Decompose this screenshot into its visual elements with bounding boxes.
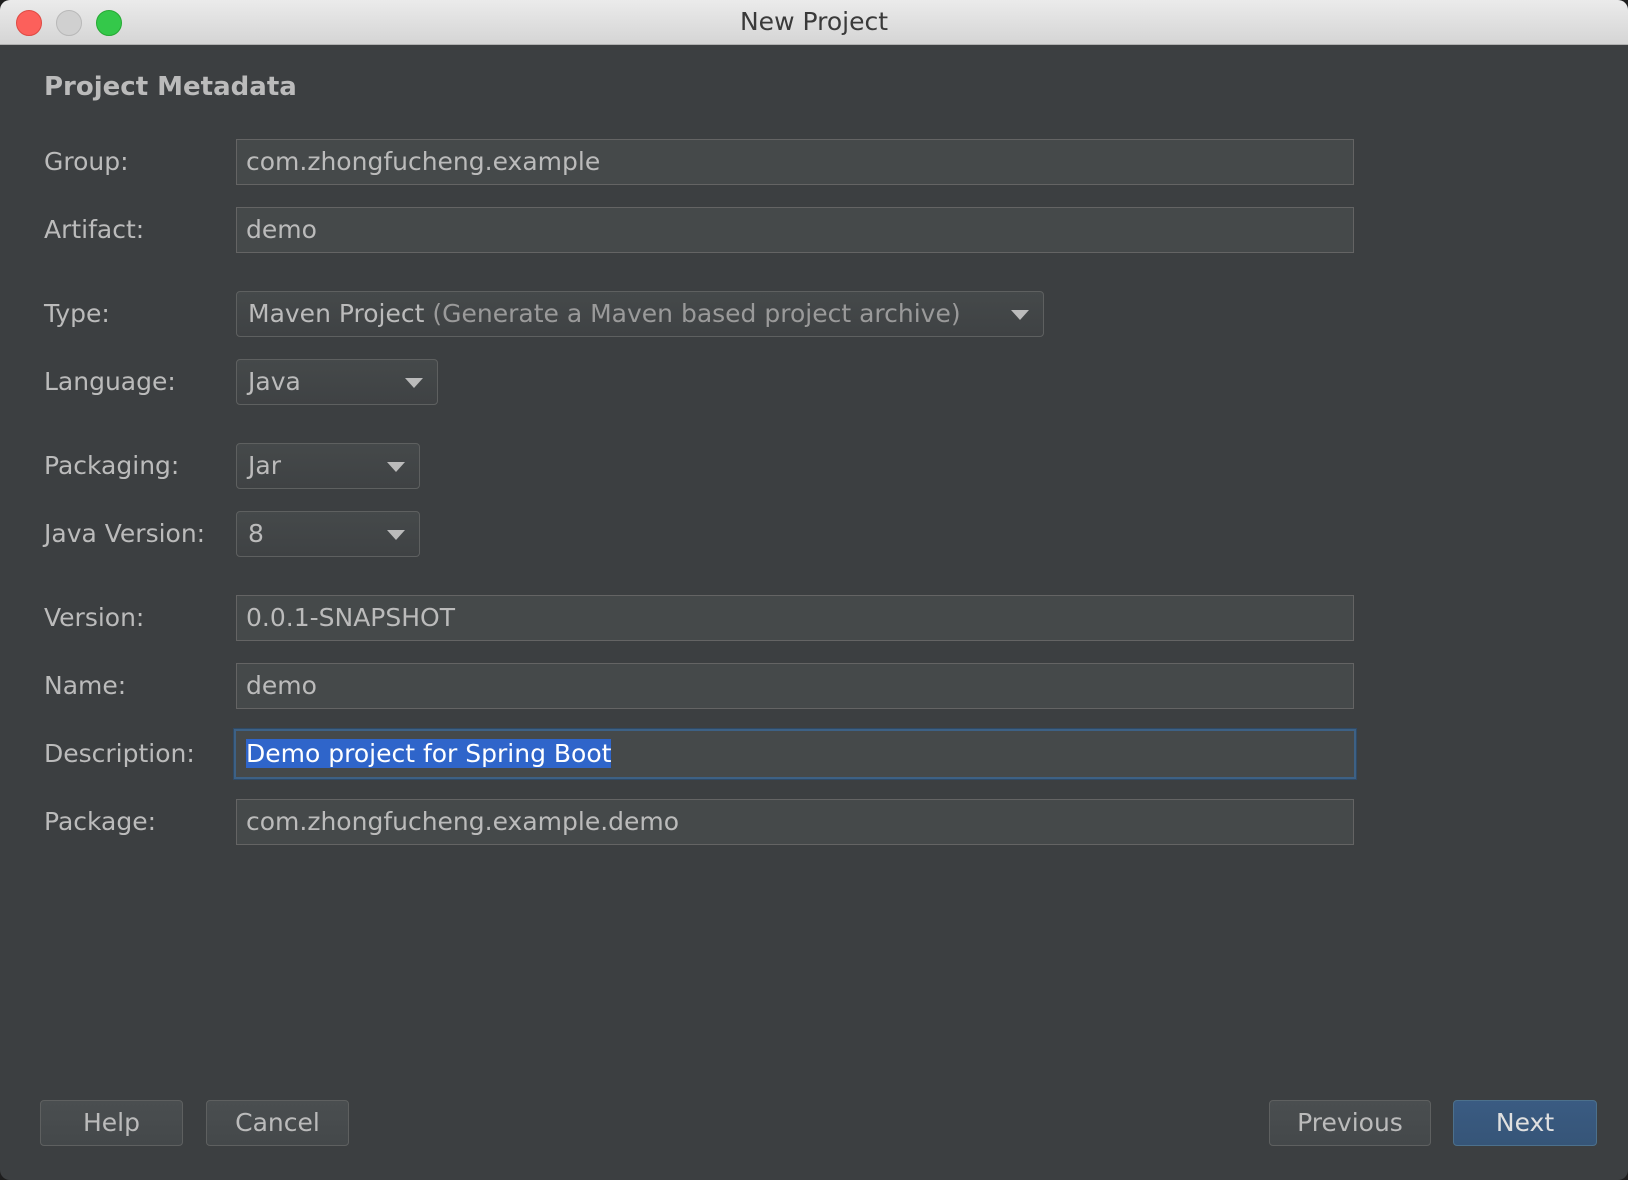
cancel-button[interactable]: Cancel (206, 1100, 349, 1146)
description-input[interactable]: Demo project for Spring Boot (234, 729, 1356, 779)
group-label: Group: (44, 147, 129, 176)
group-input[interactable]: com.zhongfucheng.example (236, 139, 1354, 185)
type-hint: (Generate a Maven based project archive) (432, 299, 961, 328)
artifact-label: Artifact: (44, 215, 145, 244)
packaging-dropdown[interactable]: Jar (236, 443, 420, 489)
packaging-value: Jar (248, 451, 281, 480)
packaging-label: Packaging: (44, 451, 180, 480)
package-label: Package: (44, 807, 157, 836)
previous-button[interactable]: Previous (1269, 1100, 1431, 1146)
type-label: Type: (44, 299, 110, 328)
new-project-window: New Project Project Metadata Group: com.… (0, 0, 1628, 1180)
name-label: Name: (44, 671, 127, 700)
package-input[interactable]: com.zhongfucheng.example.demo (236, 799, 1354, 845)
type-dropdown[interactable]: Maven Project (Generate a Maven based pr… (236, 291, 1044, 337)
version-label: Version: (44, 603, 145, 632)
language-value: Java (248, 367, 301, 396)
description-value: Demo project for Spring Boot (246, 739, 612, 768)
chevron-down-icon (387, 462, 405, 472)
chevron-down-icon (1011, 310, 1029, 320)
language-dropdown[interactable]: Java (236, 359, 438, 405)
section-title: Project Metadata (44, 72, 297, 102)
type-value: Maven Project (248, 299, 425, 328)
artifact-input[interactable]: demo (236, 207, 1354, 253)
title-bar: New Project (0, 0, 1628, 45)
help-button[interactable]: Help (40, 1100, 183, 1146)
chevron-down-icon (405, 378, 423, 388)
window-title: New Project (739, 7, 888, 36)
chevron-down-icon (387, 530, 405, 540)
language-label: Language: (44, 367, 176, 396)
java-version-label: Java Version: (44, 519, 206, 548)
description-label: Description: (44, 739, 195, 768)
name-input[interactable]: demo (236, 663, 1354, 709)
java-version-dropdown[interactable]: 8 (236, 511, 420, 557)
java-version-value: 8 (248, 519, 264, 548)
next-button[interactable]: Next (1453, 1100, 1597, 1146)
version-input[interactable]: 0.0.1-SNAPSHOT (236, 595, 1354, 641)
